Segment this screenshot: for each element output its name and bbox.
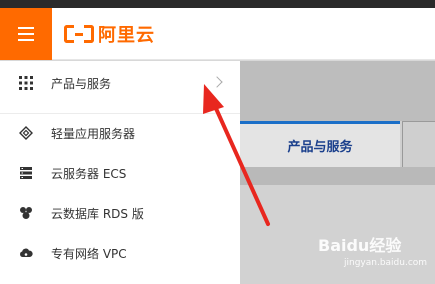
chevron-right-icon	[211, 76, 223, 88]
drawer-item-rds[interactable]: 云数据库 RDS 版	[0, 193, 240, 233]
layers-icon	[18, 125, 34, 141]
background-tab-label: 产品与服务	[287, 140, 353, 155]
cloud-network-icon	[18, 245, 34, 261]
header: 阿里云	[0, 8, 435, 60]
hamburger-icon	[18, 39, 34, 41]
server-icon	[18, 165, 34, 181]
drawer-item-label: 产品与服务	[51, 76, 112, 91]
database-icon	[18, 205, 34, 221]
background-tab-products: 产品与服务	[240, 121, 400, 167]
background-tab-next	[402, 121, 435, 167]
drawer-item-vpc[interactable]: 专有网络 VPC	[0, 233, 240, 273]
drawer-item-label: 云服务器 ECS	[51, 166, 127, 181]
watermark-url: jingyan.baidu.com	[344, 258, 428, 268]
drawer-item-ecs[interactable]: 云服务器 ECS	[0, 153, 240, 193]
hamburger-icon	[18, 33, 34, 35]
background-strip	[240, 167, 435, 185]
drawer-item-lightweight-server[interactable]: 轻量应用服务器	[0, 113, 240, 153]
menu-button[interactable]	[0, 8, 52, 60]
aliyun-logo-mark-icon	[64, 25, 94, 43]
drawer-item-label: 专有网络 VPC	[51, 246, 127, 261]
drawer-item-label: 轻量应用服务器	[51, 126, 136, 141]
aliyun-logo[interactable]: 阿里云	[64, 21, 155, 47]
drawer-item-label: 云数据库 RDS 版	[51, 206, 144, 221]
watermark-brand: Baidu经验	[318, 236, 402, 255]
window-top-bar	[0, 0, 435, 8]
side-drawer: 产品与服务 轻量应用服务器 云服务器 ECS 云数据库 RDS 版 专有网络 V…	[0, 61, 240, 284]
grid-icon	[18, 75, 34, 91]
drawer-item-products[interactable]: 产品与服务	[0, 63, 240, 103]
background-banner	[240, 61, 435, 121]
hamburger-icon	[18, 27, 34, 29]
logo-text: 阿里云	[98, 25, 155, 46]
